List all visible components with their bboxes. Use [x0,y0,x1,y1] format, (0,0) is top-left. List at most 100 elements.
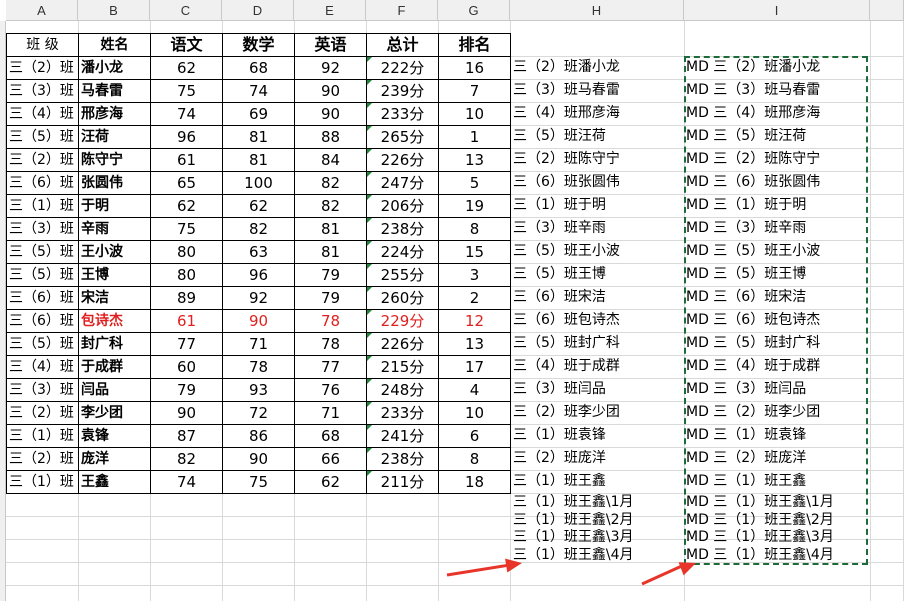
column-header-e[interactable]: E [294,0,366,21]
name-cell[interactable]: 袁锋 [78,424,151,448]
class-cell[interactable]: 三（6）班 [6,309,79,333]
name-cell[interactable]: 李少团 [78,401,151,425]
concat-cell-multiline[interactable]: 三（1）班王鑫\1月 [513,494,683,512]
score-cell[interactable]: 215分 [366,355,439,379]
class-cell[interactable]: 三（6）班 [6,171,79,195]
score-cell[interactable]: 260分 [366,286,439,310]
score-cell[interactable]: 68 [222,56,295,80]
score-cell[interactable]: 89 [150,286,223,310]
concat-cell[interactable]: 三（5）班王小波 [513,240,683,263]
name-cell[interactable]: 汪荷 [78,125,151,149]
score-cell[interactable]: 5 [438,171,511,195]
score-cell[interactable]: 12 [438,309,511,333]
concat-cell[interactable]: 三（4）班于成群 [513,355,683,378]
score-cell[interactable]: 19 [438,194,511,218]
score-cell[interactable]: 69 [222,102,295,126]
score-cell[interactable]: 86 [222,424,295,448]
score-cell[interactable]: 71 [222,332,295,356]
score-cell[interactable]: 16 [438,56,511,80]
score-cell[interactable]: 82 [294,194,367,218]
score-cell[interactable]: 82 [294,171,367,195]
score-cell[interactable]: 92 [294,56,367,80]
class-cell[interactable]: 三（3）班 [6,79,79,103]
name-cell[interactable]: 辛雨 [78,217,151,241]
score-cell[interactable]: 90 [222,447,295,471]
score-cell[interactable]: 15 [438,240,511,264]
concat-cell[interactable]: 三（1）班王鑫 [513,470,683,493]
score-cell[interactable]: 1 [438,125,511,149]
score-cell[interactable]: 90 [222,309,295,333]
class-cell[interactable]: 三（1）班 [6,424,79,448]
score-cell[interactable]: 8 [438,217,511,241]
score-cell[interactable]: 74 [150,470,223,494]
column-header-c[interactable]: C [150,0,222,21]
score-cell[interactable]: 61 [150,148,223,172]
score-cell[interactable]: 82 [222,217,295,241]
score-cell[interactable]: 81 [222,148,295,172]
score-cell[interactable]: 71 [294,401,367,425]
score-cell[interactable]: 96 [222,263,295,287]
score-cell[interactable]: 238分 [366,447,439,471]
name-cell[interactable]: 马春雷 [78,79,151,103]
table-header-cell[interactable]: 姓名 [78,33,151,57]
score-cell[interactable]: 63 [222,240,295,264]
concat-cell[interactable]: 三（5）班汪荷 [513,125,683,148]
class-cell[interactable]: 三（3）班 [6,217,79,241]
score-cell[interactable]: 88 [294,125,367,149]
score-cell[interactable]: 75 [150,79,223,103]
score-cell[interactable]: 3 [438,263,511,287]
score-cell[interactable]: 62 [150,194,223,218]
concat-cell[interactable]: 三（2）班陈守宁 [513,148,683,171]
score-cell[interactable]: 229分 [366,309,439,333]
concat-cell[interactable]: 三（3）班马春雷 [513,79,683,102]
concat-cell[interactable]: 三（1）班于明 [513,194,683,217]
score-cell[interactable]: 68 [294,424,367,448]
score-cell[interactable]: 62 [150,56,223,80]
score-cell[interactable]: 79 [294,263,367,287]
score-cell[interactable]: 79 [150,378,223,402]
concat-cell[interactable]: 三（4）班邢彦海 [513,102,683,125]
score-cell[interactable]: 7 [438,79,511,103]
class-cell[interactable]: 三（1）班 [6,194,79,218]
name-cell[interactable]: 包诗杰 [78,309,151,333]
name-cell[interactable]: 闫品 [78,378,151,402]
score-cell[interactable]: 87 [150,424,223,448]
name-cell[interactable]: 邢彦海 [78,102,151,126]
score-cell[interactable]: 60 [150,355,223,379]
name-cell[interactable]: 王小波 [78,240,151,264]
column-header-f[interactable]: F [366,0,438,21]
score-cell[interactable]: 81 [294,240,367,264]
score-cell[interactable]: 13 [438,148,511,172]
score-cell[interactable]: 241分 [366,424,439,448]
score-cell[interactable]: 80 [150,240,223,264]
score-cell[interactable]: 78 [222,355,295,379]
class-cell[interactable]: 三（1）班 [6,470,79,494]
concat-cell[interactable]: 三（2）班潘小龙 [513,56,683,79]
concat-cell[interactable]: 三（2）班李少团 [513,401,683,424]
concat-cell[interactable]: 三（1）班袁锋 [513,424,683,447]
score-cell[interactable]: 4 [438,378,511,402]
score-cell[interactable]: 226分 [366,148,439,172]
column-header-d[interactable]: D [222,0,294,21]
score-cell[interactable]: 255分 [366,263,439,287]
name-cell[interactable]: 于明 [78,194,151,218]
score-cell[interactable]: 80 [150,263,223,287]
name-cell[interactable]: 于成群 [78,355,151,379]
score-cell[interactable]: 17 [438,355,511,379]
class-cell[interactable]: 三（2）班 [6,148,79,172]
table-header-cell[interactable]: 语文 [150,33,223,57]
table-header-cell[interactable]: 班 级 [6,33,79,57]
class-cell[interactable]: 三（2）班 [6,401,79,425]
score-cell[interactable]: 84 [294,148,367,172]
score-cell[interactable]: 74 [150,102,223,126]
score-cell[interactable]: 82 [150,447,223,471]
score-cell[interactable]: 211分 [366,470,439,494]
class-cell[interactable]: 三（4）班 [6,355,79,379]
score-cell[interactable]: 206分 [366,194,439,218]
table-header-cell[interactable]: 总计 [366,33,439,57]
class-cell[interactable]: 三（5）班 [6,332,79,356]
class-cell[interactable]: 三（4）班 [6,102,79,126]
name-cell[interactable]: 张圆伟 [78,171,151,195]
score-cell[interactable]: 224分 [366,240,439,264]
score-cell[interactable]: 13 [438,332,511,356]
